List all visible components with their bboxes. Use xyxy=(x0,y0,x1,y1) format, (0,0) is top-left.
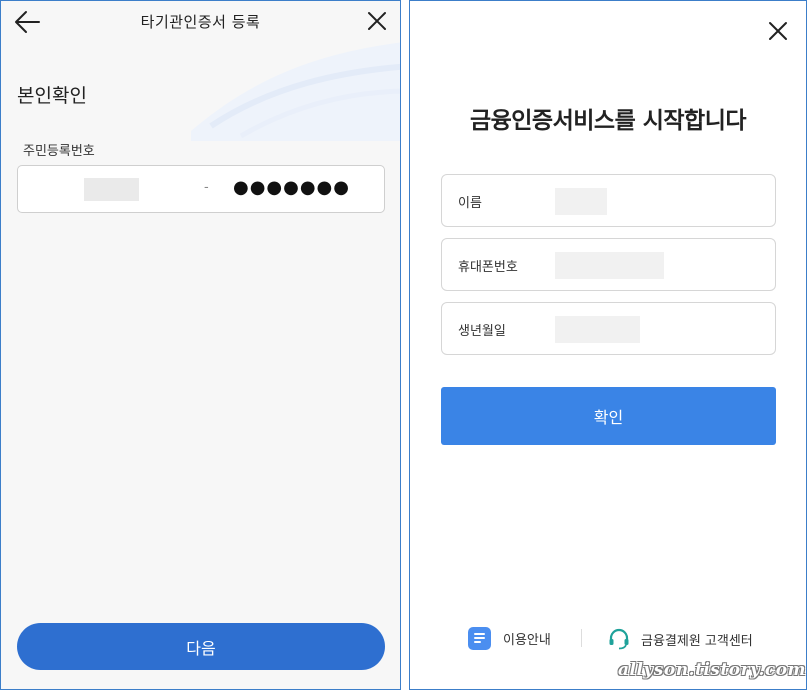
customer-center-label: 금융결제원 고객센터 xyxy=(641,633,753,649)
headset-icon xyxy=(609,628,629,650)
rrn-input[interactable]: - ●●●●●●● xyxy=(17,165,385,213)
customer-center-link[interactable]: 금융결제원 고객센터 xyxy=(607,627,753,651)
service-start-heading: 금융인증서비스를 시작합니다 xyxy=(469,108,747,134)
birthdate-field[interactable]: 생년월일 xyxy=(441,302,776,355)
name-field[interactable]: 이름 xyxy=(441,174,776,227)
close-icon[interactable] xyxy=(365,9,389,33)
decorative-wave xyxy=(191,42,400,141)
footer: 이용안내 금융결제원 고객센터 xyxy=(410,625,806,653)
watermark-text: allyson.tistory.com xyxy=(618,660,807,680)
usage-guide-label: 이용안내 xyxy=(503,633,551,648)
top-bar: 타기관인증서 등록 xyxy=(1,1,400,43)
left-screen-other-certificate-registration: 타기관인증서 등록 본인확인 주민등록번호 - ●●●●●●● 다음 xyxy=(0,0,401,690)
identity-verification-heading: 본인확인 xyxy=(17,85,87,107)
close-icon[interactable] xyxy=(767,20,789,42)
rrn-back-masked[interactable]: ●●●●●●● xyxy=(233,177,350,198)
screenshot-stage: 타기관인증서 등록 본인확인 주민등록번호 - ●●●●●●● 다음 금융인증서… xyxy=(0,0,807,690)
next-button[interactable]: 다음 xyxy=(17,623,385,670)
phone-label: 휴대폰번호 xyxy=(458,260,518,275)
rrn-label: 주민등록번호 xyxy=(23,144,95,159)
birthdate-label: 생년월일 xyxy=(458,324,506,339)
birthdate-value-masked[interactable] xyxy=(555,316,640,343)
page-title: 타기관인증서 등록 xyxy=(140,13,261,31)
right-screen-financial-certificate-service: 금융인증서비스를 시작합니다 이름 휴대폰번호 생년월일 확인 이용안내 금융결… xyxy=(409,0,807,690)
document-icon xyxy=(468,627,491,650)
usage-guide-link[interactable]: 이용안내 xyxy=(468,627,551,650)
rrn-separator: - xyxy=(204,180,209,195)
phone-field[interactable]: 휴대폰번호 xyxy=(441,238,776,291)
phone-value-masked[interactable] xyxy=(555,252,664,279)
rrn-front-masked[interactable] xyxy=(84,178,139,201)
name-label: 이름 xyxy=(458,196,482,211)
confirm-button[interactable]: 확인 xyxy=(441,387,776,445)
footer-divider xyxy=(581,629,582,647)
name-value-masked[interactable] xyxy=(555,188,607,215)
